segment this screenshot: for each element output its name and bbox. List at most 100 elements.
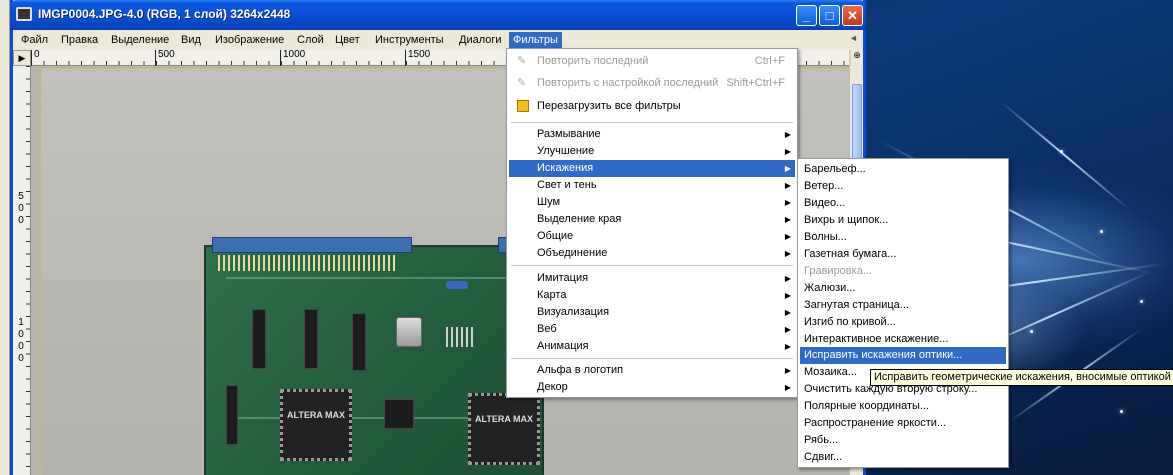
menu-file[interactable]: Файл: [17, 32, 52, 48]
menu-whirl-pinch[interactable]: Вихрь и щипок...: [800, 212, 1006, 229]
circuit-board-photo: ALTERA MAX ALTERA MAX: [204, 237, 544, 475]
menu-select[interactable]: Выделение: [107, 32, 173, 48]
submenu-arrow-icon: ▶: [784, 130, 791, 139]
menu-layer[interactable]: Слой: [293, 32, 328, 48]
ruler-label: 0: [31, 50, 40, 66]
menu-label: Повторить последний: [537, 55, 649, 67]
menu-value-propagate[interactable]: Распространение яркости...: [800, 415, 1006, 432]
menu-reset-all-filters[interactable]: Перезагрузить все фильтры: [509, 98, 795, 115]
menu-engrave[interactable]: Гравировка...: [800, 263, 1006, 280]
submenu-arrow-icon: ▶: [784, 198, 791, 207]
ruler-label: 1: [18, 317, 24, 328]
wallpaper-sparkle: [1140, 300, 1143, 303]
menu-reshow-last[interactable]: ✎ Повторить с настройкой последний Shift…: [509, 75, 795, 92]
resistor-pack: [446, 327, 476, 347]
wallpaper-sparkle: [1100, 230, 1103, 233]
window-title: IMGP0004.JPG-4.0 (RGB, 1 слой) 3264x2448: [38, 7, 291, 21]
ruler-label: 0: [18, 203, 24, 214]
menu-edit[interactable]: Правка: [57, 32, 102, 48]
menu-emboss[interactable]: Барельеф...: [800, 161, 1006, 178]
menu-blinds[interactable]: Жалюзи...: [800, 280, 1006, 297]
altera-chip: ALTERA MAX: [280, 389, 352, 461]
menu-polar-coords[interactable]: Полярные координаты...: [800, 398, 1006, 415]
menu-distorts[interactable]: Искажения ▶: [509, 160, 795, 177]
menu-combine[interactable]: Объединение ▶: [509, 245, 795, 262]
menu-ripple[interactable]: Рябь...: [800, 432, 1006, 449]
menu-lens-distortion[interactable]: Исправить искажения оптики...: [800, 347, 1006, 364]
submenu-arrow-icon: ▶: [784, 147, 791, 156]
menu-dialogs[interactable]: Диалоги: [455, 32, 506, 48]
menu-wind[interactable]: Ветер...: [800, 178, 1006, 195]
menu-curve-bend[interactable]: Изгиб по кривой...: [800, 314, 1006, 331]
ruler-label: 1500: [405, 50, 430, 66]
menu-colors[interactable]: Цвет: [331, 32, 364, 48]
wallpaper-sparkle: [1030, 330, 1033, 333]
menu-iwarp[interactable]: Интерактивное искажение...: [800, 331, 1006, 348]
menu-filters[interactable]: Фильтры: [509, 32, 562, 48]
menu-generic[interactable]: Общие ▶: [509, 228, 795, 245]
submenu-arrow-icon: ▶: [784, 308, 791, 317]
title-bar[interactable]: IMGP0004.JPG-4.0 (RGB, 1 слой) 3264x2448…: [10, 0, 866, 30]
menu-tools[interactable]: Инструменты: [371, 32, 448, 48]
menu-light-shadow[interactable]: Свет и тень ▶: [509, 177, 795, 194]
menu-map[interactable]: Карта ▶: [509, 287, 795, 304]
ruler-label: 0: [18, 341, 24, 352]
menu-web[interactable]: Веб ▶: [509, 321, 795, 338]
ruler-label: 5: [18, 191, 24, 202]
distorts-submenu: Барельеф... Ветер... Видео... Вихрь и щи…: [797, 158, 1009, 468]
minimize-button[interactable]: _: [796, 5, 817, 26]
menu-animation[interactable]: Анимация ▶: [509, 338, 795, 355]
menu-separator: [511, 358, 793, 359]
connector-pins: [218, 255, 398, 271]
menu-page-curl[interactable]: Загнутая страница...: [800, 297, 1006, 314]
menu-label: Декор: [537, 381, 568, 393]
submenu-arrow-icon: ▶: [784, 181, 791, 190]
filters-menu: ✎ Повторить последний Ctrl+F ✎ Повторить…: [506, 48, 798, 398]
ruler-label: 0: [18, 329, 24, 340]
menu-render[interactable]: Визуализация ▶: [509, 304, 795, 321]
menu-image[interactable]: Изображение: [211, 32, 288, 48]
shortcut-label: Ctrl+F: [754, 55, 785, 67]
menu-overflow-arrow-icon[interactable]: ◄: [849, 33, 858, 43]
menu-artistic[interactable]: Имитация ▶: [509, 270, 795, 287]
close-button[interactable]: ✕: [842, 5, 863, 26]
menu-waves[interactable]: Волны...: [800, 229, 1006, 246]
dip-chip: [226, 385, 238, 445]
menu-label: Имитация: [537, 272, 589, 284]
menu-enhance[interactable]: Улучшение ▶: [509, 143, 795, 160]
ruler-label: 0: [18, 215, 24, 226]
dip-chip: [352, 313, 366, 371]
menu-edge-detect[interactable]: Выделение края ▶: [509, 211, 795, 228]
repeat-icon: ✎: [517, 55, 527, 67]
menu-label: Шум: [537, 196, 561, 208]
wallpaper-sparkle: [1060, 150, 1063, 153]
submenu-arrow-icon: ▶: [784, 366, 791, 375]
crystal-oscillator: [396, 317, 422, 347]
menu-view[interactable]: Вид: [177, 32, 205, 48]
submenu-arrow-icon: ▶: [784, 383, 791, 392]
menu-noise[interactable]: Шум ▶: [509, 194, 795, 211]
submenu-arrow-icon: ▶: [784, 291, 791, 300]
maximize-button[interactable]: □: [819, 5, 840, 26]
menu-label: Улучшение: [537, 145, 595, 157]
menu-label: Карта: [537, 289, 567, 301]
menu-label: Повторить с настройкой последний: [537, 77, 719, 89]
menu-newsprint[interactable]: Газетная бумага...: [800, 246, 1006, 263]
menu-label: Искажения: [537, 162, 594, 174]
quick-mask-toggle-icon[interactable]: ▶: [13, 50, 31, 66]
vertical-ruler: 5 0 0 1 0 0 0: [13, 66, 31, 475]
menu-blur[interactable]: Размывание ▶: [509, 126, 795, 143]
menu-video[interactable]: Видео...: [800, 195, 1006, 212]
menu-separator: [511, 265, 793, 266]
submenu-arrow-icon: ▶: [784, 274, 791, 283]
navigate-icon[interactable]: ⊕: [851, 50, 863, 66]
menu-label: Выделение края: [537, 213, 622, 225]
menu-decor[interactable]: Декор ▶: [509, 379, 795, 396]
submenu-arrow-icon: ▶: [784, 232, 791, 241]
menu-alpha-to-logo[interactable]: Альфа в логотип ▶: [509, 362, 795, 379]
background-window-edge: [0, 0, 10, 475]
menu-shift[interactable]: Сдвиг...: [800, 449, 1006, 466]
menu-repeat-last[interactable]: ✎ Повторить последний Ctrl+F: [509, 53, 795, 70]
menu-label: Объединение: [537, 247, 608, 259]
menu-label: Веб: [537, 323, 557, 335]
